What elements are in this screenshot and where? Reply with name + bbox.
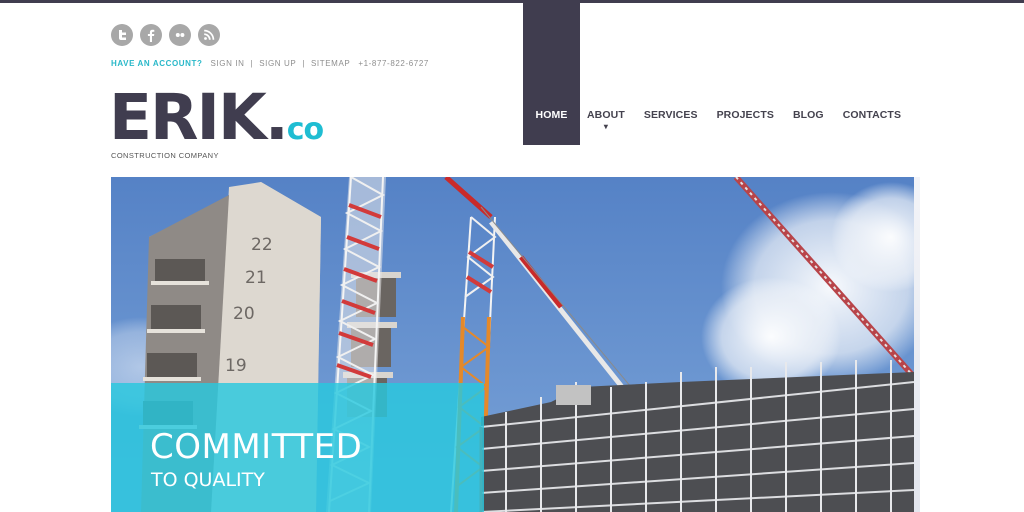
divider: | xyxy=(250,59,254,68)
logo-suffix: co xyxy=(286,112,324,147)
rss-icon xyxy=(204,29,215,40)
floor-number: 19 xyxy=(225,356,247,376)
nav-item-contacts[interactable]: CONTACTS xyxy=(843,109,901,121)
rss-link[interactable] xyxy=(198,24,220,46)
hero-caption: COMMITTED TO QUALITY xyxy=(111,383,484,512)
top-accent-bar xyxy=(0,0,1024,3)
flickr-icon xyxy=(175,33,185,37)
caption-subtitle: TO QUALITY xyxy=(151,469,265,491)
twitter-icon xyxy=(119,30,126,40)
flickr-link[interactable] xyxy=(169,24,191,46)
sign-in-link[interactable]: SIGN IN xyxy=(211,59,245,68)
floor-number: 22 xyxy=(251,235,273,255)
floor-number: 21 xyxy=(245,268,267,288)
logo-tagline: CONSTRUCTION COMPANY xyxy=(111,151,219,160)
sitemap-link[interactable]: SITEMAP xyxy=(311,59,350,68)
phone-number: +1-877-822-6727 xyxy=(358,59,429,68)
site-logo[interactable]: ERIK.co CONSTRUCTION COMPANY xyxy=(109,86,324,160)
active-nav-highlight xyxy=(523,0,580,145)
floor-number: 20 xyxy=(233,304,255,324)
divider: | xyxy=(302,59,305,68)
social-links xyxy=(111,24,220,46)
caption-title: COMMITTED xyxy=(150,427,363,467)
facebook-icon xyxy=(147,29,155,42)
logo-name: ERIK xyxy=(109,81,267,154)
nav-item-projects[interactable]: PROJECTS xyxy=(717,109,774,121)
main-nav: HOME ABOUT ▾ SERVICES PROJECTS BLOG CONT… xyxy=(523,109,901,131)
nav-item-about[interactable]: ABOUT ▾ xyxy=(587,109,625,131)
logo-dot: . xyxy=(264,81,289,154)
nav-item-blog[interactable]: BLOG xyxy=(793,109,824,121)
account-bar: HAVE AN ACCOUNT? SIGN IN | SIGN UP | SIT… xyxy=(111,59,429,68)
twitter-link[interactable] xyxy=(111,24,133,46)
nav-item-about-label: ABOUT xyxy=(587,109,625,121)
hero-edge xyxy=(914,177,920,512)
nav-item-services[interactable]: SERVICES xyxy=(644,109,698,121)
chevron-down-icon: ▾ xyxy=(603,122,608,131)
facebook-link[interactable] xyxy=(140,24,162,46)
hero-slider[interactable]: 22 21 20 19 COMMITTED TO QUALITY xyxy=(111,177,914,512)
sign-up-link[interactable]: SIGN UP xyxy=(259,59,296,68)
account-prompt: HAVE AN ACCOUNT? xyxy=(111,59,203,68)
nav-item-home[interactable]: HOME xyxy=(523,109,580,121)
